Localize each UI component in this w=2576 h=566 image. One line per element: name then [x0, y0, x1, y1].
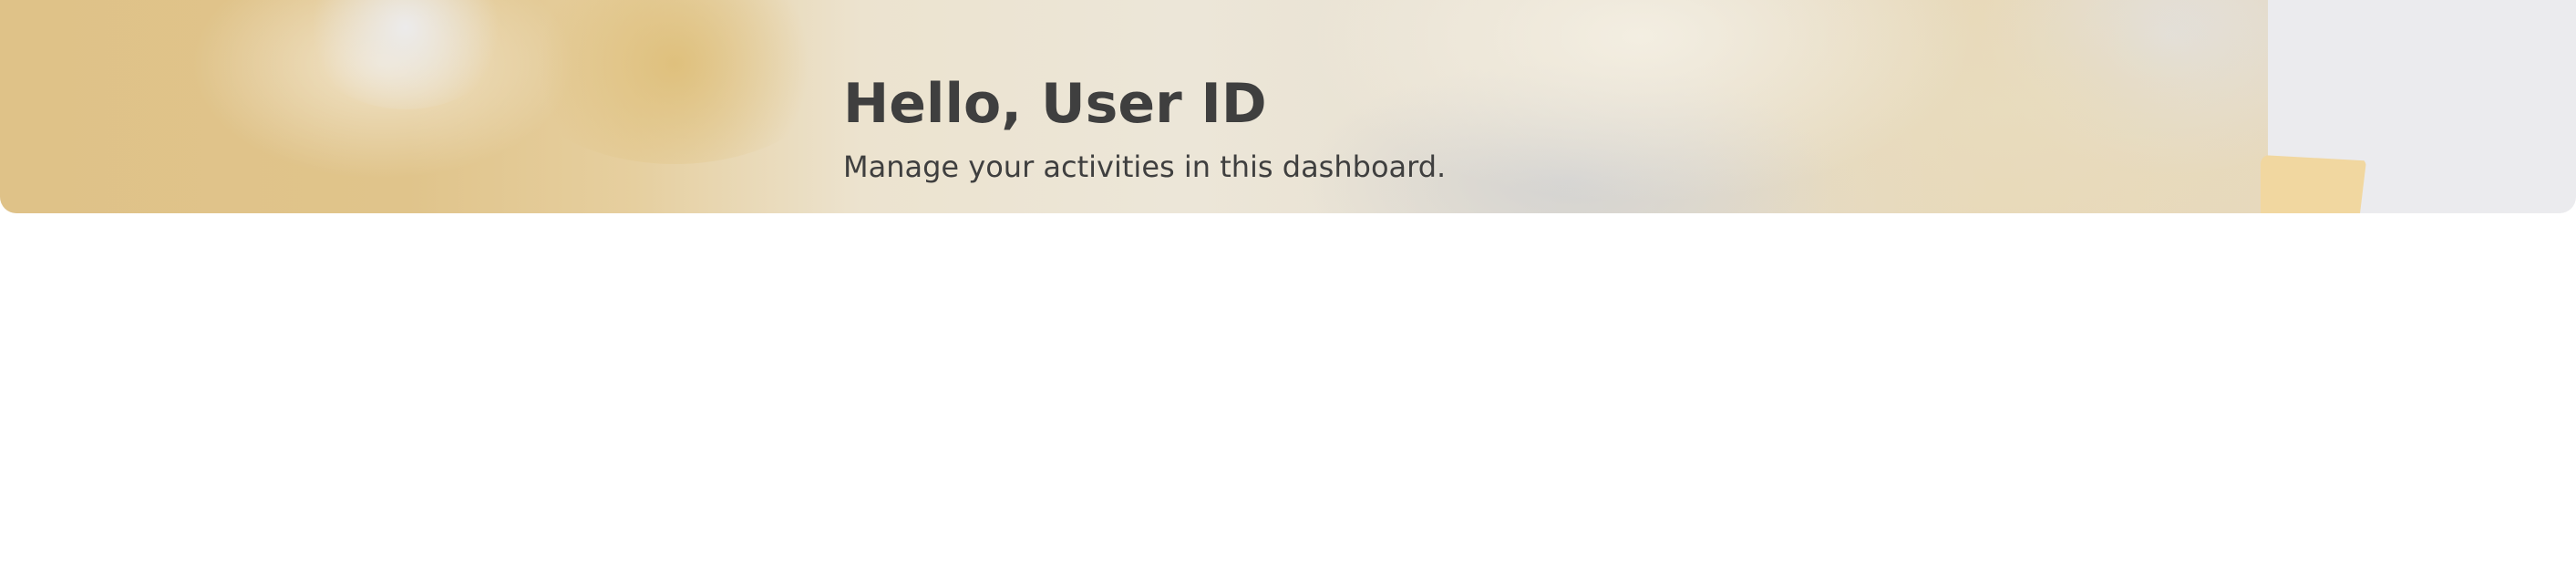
page-subtitle: Manage your activities in this dashboard…: [843, 149, 1447, 184]
decorative-side-shape: [2261, 155, 2366, 213]
background-gold-shape: [510, 0, 839, 164]
dashboard-header-banner: Hello, User ID Manage your activities in…: [0, 0, 2576, 213]
page-title: Hello, User ID: [843, 72, 1267, 136]
background-highlight-shape: [301, 0, 510, 109]
header-text-group: Hello, User ID Manage your activities in…: [843, 77, 1446, 183]
